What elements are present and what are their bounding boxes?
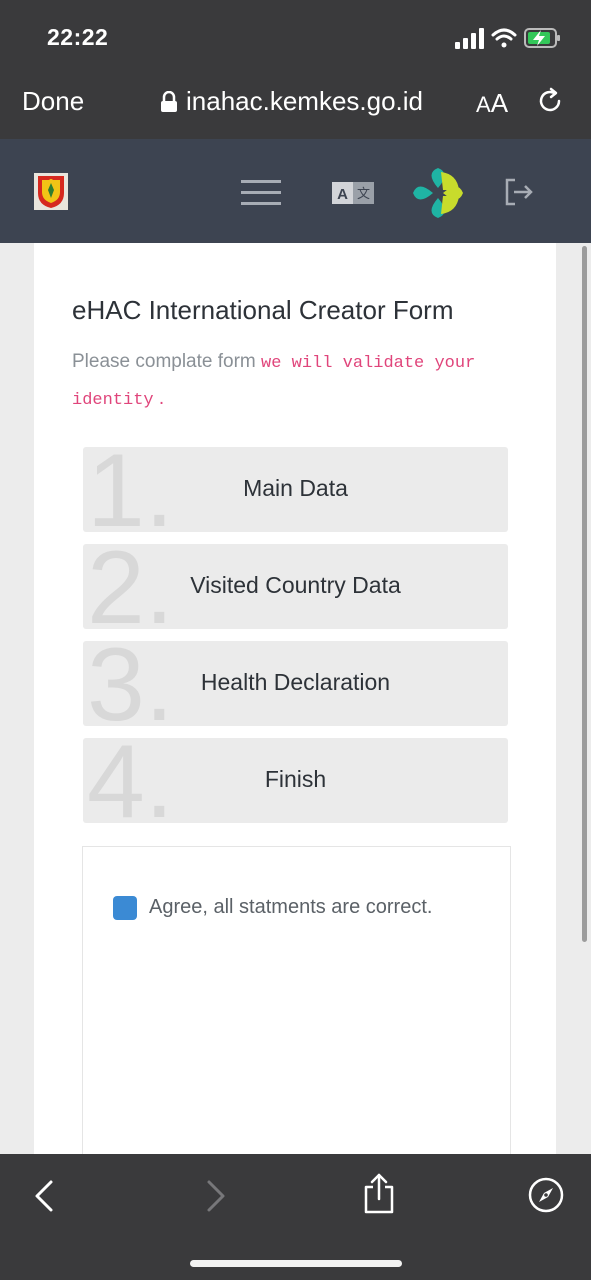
share-icon[interactable] — [362, 1173, 396, 1215]
subtitle-end: . — [158, 388, 165, 409]
agree-label[interactable]: Agree, all statments are correct. — [149, 896, 432, 919]
home-indicator[interactable] — [190, 1260, 402, 1267]
address-bar[interactable]: inahac.kemkes.go.id — [160, 86, 423, 117]
svg-text:A: A — [337, 186, 348, 203]
status-time: 22:22 — [47, 24, 109, 50]
step-main-data[interactable]: 1. Main Data — [83, 447, 508, 532]
browser-top-bar: 22:22 Done inahac.kemkes.go.id AA — [0, 0, 591, 139]
emblem-logo[interactable] — [34, 173, 68, 210]
page-title: eHAC International Creator Form — [72, 295, 454, 325]
wifi-icon — [491, 28, 517, 48]
reload-icon[interactable] — [535, 86, 565, 116]
step-label: Visited Country Data — [190, 572, 401, 598]
step-label: Main Data — [243, 475, 348, 501]
kemkes-logo[interactable] — [413, 168, 463, 218]
logout-icon[interactable] — [503, 176, 535, 208]
hamburger-menu-icon[interactable] — [241, 179, 281, 207]
agree-checkbox[interactable] — [113, 896, 137, 920]
text-size-small-a: A — [476, 92, 491, 117]
step-label: Health Declaration — [200, 669, 391, 695]
form-subtitle: Please complate form we will validate yo… — [72, 344, 512, 418]
lock-icon — [161, 90, 177, 112]
status-icons — [455, 28, 560, 49]
subtitle-text: Please complate form — [72, 351, 256, 372]
url-text: inahac.kemkes.go.id — [186, 86, 424, 116]
done-button[interactable]: Done — [22, 86, 84, 117]
signal-icon — [455, 28, 484, 49]
forward-arrow-icon[interactable] — [200, 1178, 230, 1214]
text-size-button[interactable]: AA — [476, 88, 508, 119]
text-size-big-a: A — [490, 88, 509, 118]
step-health-declaration[interactable]: 3. Health Declaration — [83, 641, 508, 726]
step-visited-country-data[interactable]: 2. Visited Country Data — [83, 544, 508, 629]
compass-icon[interactable] — [527, 1176, 565, 1214]
back-arrow-icon[interactable] — [30, 1178, 60, 1214]
battery-charging-icon — [524, 28, 560, 48]
page-scrollbar[interactable] — [582, 246, 587, 942]
svg-text:文: 文 — [357, 187, 370, 202]
step-label: Finish — [264, 766, 327, 792]
translate-icon[interactable]: A 文 — [332, 182, 374, 204]
step-finish[interactable]: 4. Finish — [83, 738, 508, 823]
